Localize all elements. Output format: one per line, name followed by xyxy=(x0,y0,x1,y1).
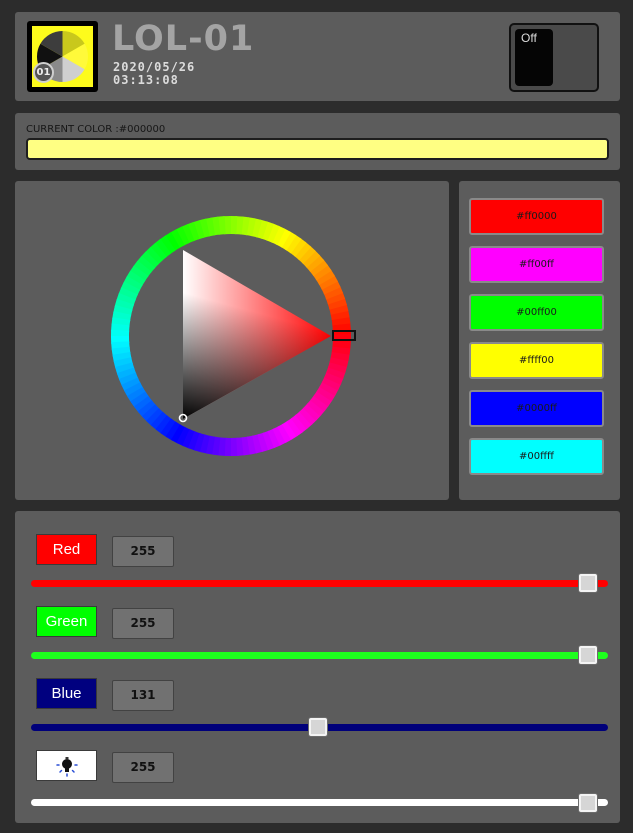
logo-badge: 01 xyxy=(33,62,54,83)
brightness-chip xyxy=(36,750,97,781)
preset-panel: #ff0000 #ff00ff #00ff00 #ffff00 #0000ff … xyxy=(459,181,620,500)
green-slider-thumb[interactable] xyxy=(578,645,598,665)
preset-cyan-button[interactable]: #00ffff xyxy=(469,438,604,475)
device-name: LOL-01 xyxy=(112,19,255,59)
bulb-icon xyxy=(55,757,78,777)
preset-blue-button[interactable]: #0000ff xyxy=(469,390,604,427)
device-header: 01 LOL-01 2020/05/26 03:13:08 Off xyxy=(15,12,620,101)
green-value[interactable]: 255 xyxy=(112,608,174,639)
preset-red-button[interactable]: #ff0000 xyxy=(469,198,604,235)
blue-value[interactable]: 131 xyxy=(112,680,174,711)
power-toggle-knob[interactable]: Off xyxy=(515,29,553,86)
current-color-label: CURRENT COLOR :#000000 xyxy=(26,124,166,135)
brightness-value[interactable]: 255 xyxy=(112,752,174,783)
brightness-slider-thumb[interactable] xyxy=(578,793,598,813)
red-slider-thumb[interactable] xyxy=(578,573,598,593)
preset-green-button[interactable]: #00ff00 xyxy=(469,294,604,331)
red-slider-track[interactable] xyxy=(31,580,608,587)
device-date: 2020/05/26 xyxy=(113,60,196,74)
brightness-slider-track[interactable] xyxy=(31,799,608,806)
green-slider-track[interactable] xyxy=(31,652,608,659)
green-chip: Green xyxy=(36,606,97,637)
preset-magenta-button[interactable]: #ff00ff xyxy=(469,246,604,283)
preset-yellow-button[interactable]: #ffff00 xyxy=(469,342,604,379)
color-picker-panel xyxy=(15,181,449,500)
slider-panel: Red 255 Green 255 Blue 131 255 xyxy=(15,511,620,823)
blue-slider-thumb[interactable] xyxy=(307,717,328,737)
current-color-swatch xyxy=(26,138,609,160)
red-value[interactable]: 255 xyxy=(112,536,174,567)
current-color-panel: CURRENT COLOR :#000000 xyxy=(15,113,620,170)
color-wheel[interactable] xyxy=(15,181,449,500)
power-toggle[interactable]: Off xyxy=(509,23,599,92)
device-logo: 01 xyxy=(27,21,98,92)
blue-chip: Blue xyxy=(36,678,97,709)
red-chip: Red xyxy=(36,534,97,565)
device-time: 03:13:08 xyxy=(113,73,179,87)
brightness-overlay xyxy=(183,250,331,419)
power-toggle-label: Off xyxy=(521,31,537,45)
